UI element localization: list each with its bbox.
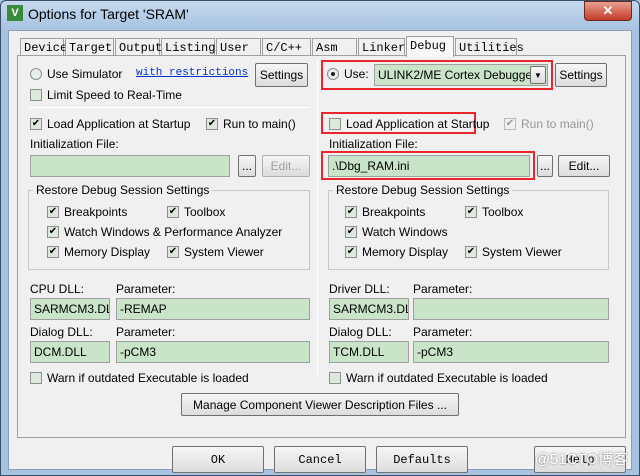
separator — [28, 107, 310, 108]
tab-device[interactable]: Device — [20, 38, 67, 56]
right-dialog-param-label: Parameter: — [413, 325, 473, 339]
tab-listing[interactable]: Listing — [161, 38, 215, 56]
right-load-app-checkbox[interactable] — [329, 118, 341, 130]
left-dialog-dll-label: Dialog DLL: — [30, 325, 93, 339]
window-title: Options for Target 'SRAM' — [28, 6, 189, 22]
right-restore-group-title: Restore Debug Session Settings — [333, 183, 513, 197]
right-restore-checkbox[interactable]: ✔ — [345, 206, 357, 218]
use-label: Use: — [344, 67, 369, 81]
left-browse-button[interactable]: ... — [238, 155, 256, 177]
simulator-settings-button[interactable]: Settings — [255, 63, 308, 87]
use-debugger-radio[interactable] — [327, 68, 339, 80]
right-load-app-label: Load Application at Startup — [346, 117, 490, 131]
left-init-file-input[interactable] — [30, 155, 230, 177]
debugger-select-value: ULINK2/ME Cortex Debugger — [378, 68, 537, 82]
close-button[interactable]: ✕ — [584, 1, 632, 21]
left-dialog-dll-input[interactable]: DCM.DLL — [30, 341, 110, 363]
driver-dll-input[interactable]: SARMCM3.DLL — [329, 298, 409, 320]
tab-user[interactable]: User — [216, 38, 261, 56]
left-warn-checkbox[interactable] — [30, 372, 42, 384]
driver-param-label: Parameter: — [413, 282, 473, 296]
left-edit-button[interactable]: Edit... — [262, 155, 310, 177]
tab-target[interactable]: Target — [65, 38, 114, 56]
tab-output[interactable]: Output — [115, 38, 162, 56]
left-dialog-param-label: Parameter: — [116, 325, 176, 339]
right-restore-label: Watch Windows — [362, 225, 448, 239]
right-restore-label: Breakpoints — [362, 205, 426, 219]
left-warn-label: Warn if outdated Executable is loaded — [47, 371, 249, 385]
cpu-param-label: Parameter: — [116, 282, 176, 296]
left-restore-label: System Viewer — [184, 245, 264, 259]
right-dialog-dll-label: Dialog DLL: — [329, 325, 392, 339]
left-restore-label: Watch Windows & Performance Analyzer — [64, 225, 283, 239]
use-simulator-label: Use Simulator — [47, 67, 123, 81]
limit-speed-checkbox[interactable] — [30, 89, 42, 101]
right-init-file-input[interactable]: .\Dbg_RAM.ini — [328, 155, 530, 177]
left-restore-checkbox[interactable]: ✔ — [47, 246, 59, 258]
debugger-settings-button[interactable]: Settings — [555, 63, 607, 87]
left-run-to-main-checkbox[interactable]: ✔ — [206, 118, 218, 130]
right-warn-label: Warn if outdated Executable is loaded — [346, 371, 548, 385]
tab-utilities[interactable]: Utilities — [455, 38, 524, 56]
tab-debug[interactable]: Debug — [406, 36, 454, 57]
cpu-param-input[interactable]: -REMAP — [116, 298, 310, 320]
defaults-button[interactable]: Defaults — [376, 446, 468, 473]
app-logo-icon: V — [7, 5, 23, 21]
driver-dll-label: Driver DLL: — [329, 282, 390, 296]
left-load-app-checkbox[interactable]: ✔ — [30, 118, 42, 130]
watermark: @51CTO博客 — [534, 451, 628, 468]
right-init-file-label: Initialization File: — [329, 137, 418, 151]
driver-param-input[interactable] — [413, 298, 609, 320]
left-load-app-label: Load Application at Startup — [47, 117, 191, 131]
chevron-down-icon[interactable]: ▼ — [530, 66, 546, 84]
right-restore-checkbox[interactable]: ✔ — [345, 226, 357, 238]
right-restore-checkbox[interactable]: ✔ — [345, 246, 357, 258]
left-restore-checkbox[interactable]: ✔ — [47, 226, 59, 238]
left-restore-group-title: Restore Debug Session Settings — [33, 183, 213, 197]
left-run-to-main-label: Run to main() — [223, 117, 296, 131]
column-divider — [317, 60, 318, 378]
manage-component-viewer-button[interactable]: Manage Component Viewer Description File… — [181, 393, 459, 416]
tab-linker[interactable]: Linker — [358, 38, 405, 56]
right-restore-label: System Viewer — [482, 245, 562, 259]
right-warn-checkbox[interactable] — [329, 372, 341, 384]
cpu-dll-input[interactable]: SARMCM3.DLL — [30, 298, 110, 320]
right-run-to-main-label: Run to main() — [521, 117, 594, 131]
cpu-dll-label: CPU DLL: — [30, 282, 85, 296]
right-restore-checkbox[interactable]: ✔ — [465, 246, 477, 258]
left-restore-label: Memory Display — [64, 245, 151, 259]
tab-cc[interactable]: C/C++ — [262, 38, 311, 56]
right-restore-checkbox[interactable]: ✔ — [465, 206, 477, 218]
right-restore-label: Toolbox — [482, 205, 524, 219]
right-browse-button[interactable]: ... — [537, 155, 553, 177]
with-restrictions-link[interactable]: with restrictions — [136, 67, 248, 79]
right-dialog-dll-input[interactable]: TCM.DLL — [329, 341, 409, 363]
right-run-to-main-checkbox[interactable]: ✔ — [504, 118, 516, 130]
use-simulator-radio[interactable] — [30, 68, 42, 80]
tab-asm[interactable]: Asm — [312, 38, 357, 56]
right-dialog-param-input[interactable]: -pCM3 — [413, 341, 609, 363]
left-restore-checkbox[interactable]: ✔ — [47, 206, 59, 218]
left-init-file-label: Initialization File: — [30, 137, 119, 151]
limit-speed-label: Limit Speed to Real-Time — [47, 88, 182, 102]
left-restore-label: Toolbox — [184, 205, 226, 219]
left-restore-checkbox[interactable]: ✔ — [167, 246, 179, 258]
ok-button[interactable]: OK — [172, 446, 264, 473]
right-restore-label: Memory Display — [362, 245, 449, 259]
left-restore-label: Breakpoints — [64, 205, 128, 219]
cancel-button[interactable]: Cancel — [274, 446, 366, 473]
left-restore-checkbox[interactable]: ✔ — [167, 206, 179, 218]
left-dialog-param-input[interactable]: -pCM3 — [116, 341, 310, 363]
right-edit-button[interactable]: Edit... — [558, 155, 610, 177]
debugger-select[interactable]: ULINK2/ME Cortex Debugger — [374, 64, 548, 86]
